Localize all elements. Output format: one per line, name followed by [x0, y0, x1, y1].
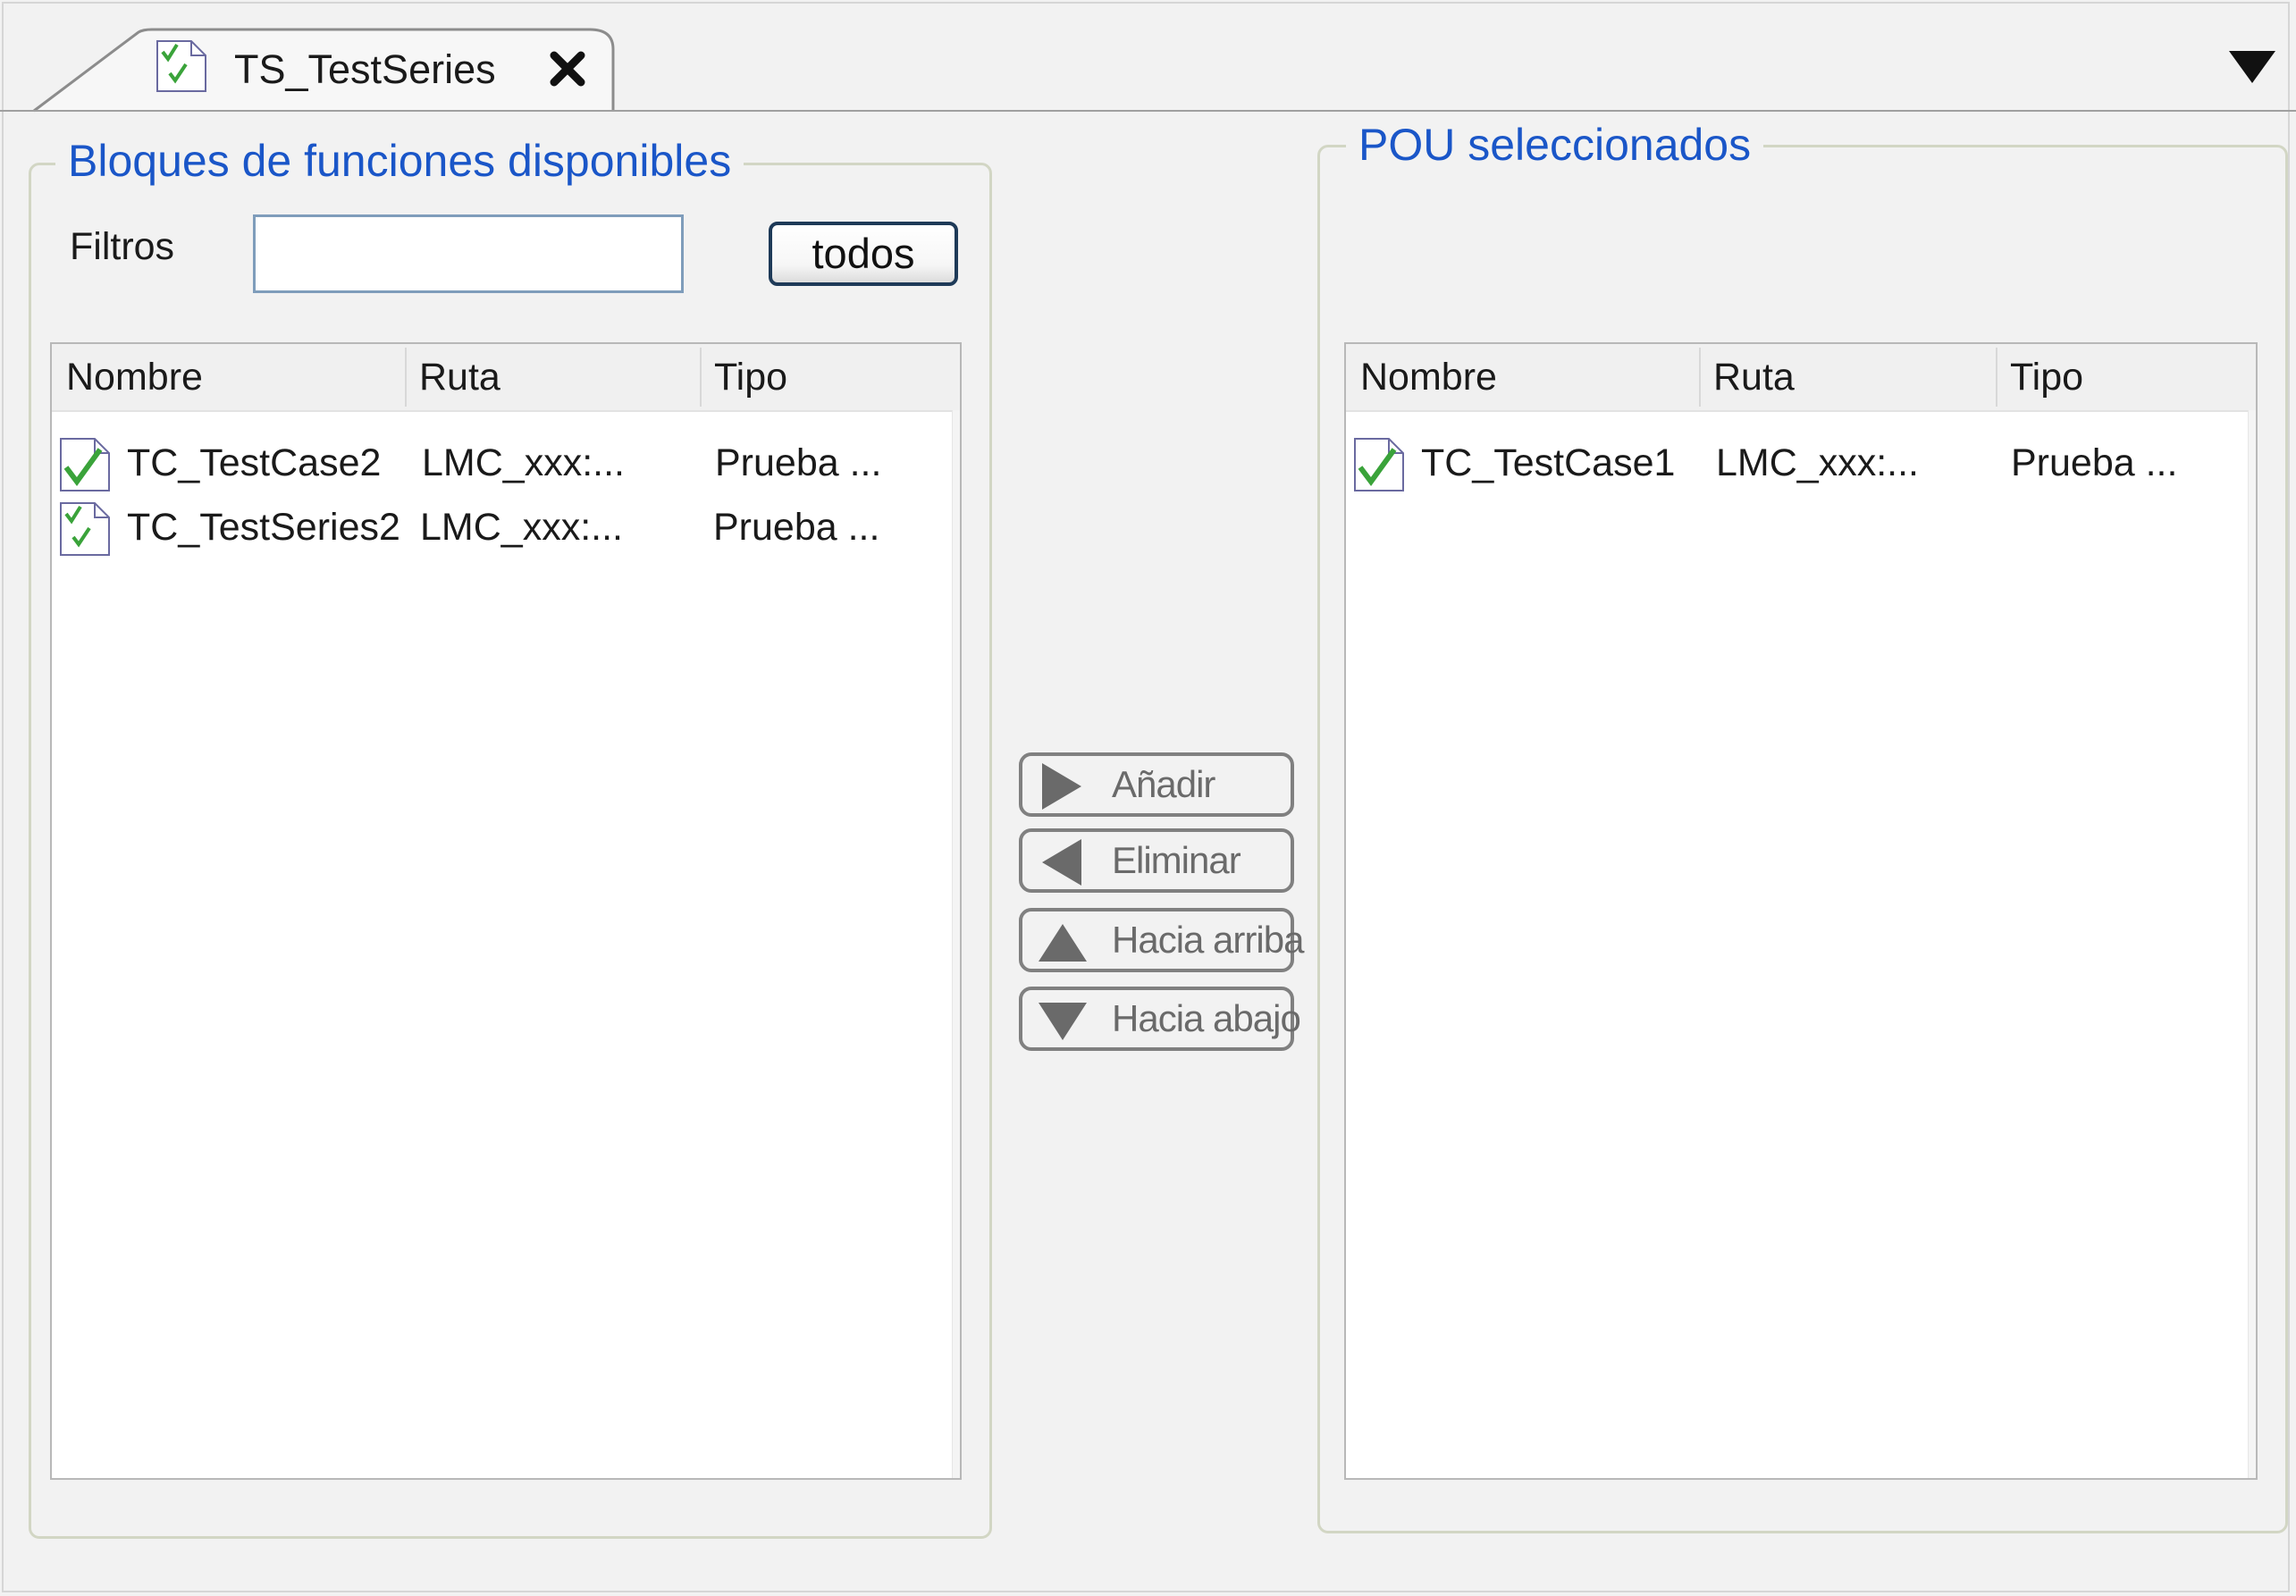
selected-pou-title: POU seleccionados: [1346, 120, 1764, 170]
move-up-button[interactable]: Hacia arriba: [1019, 908, 1304, 972]
test-series-icon: [60, 502, 110, 556]
arrow-right-icon: [1042, 763, 1081, 810]
arrow-up-icon: [1039, 924, 1087, 962]
column-header-path[interactable]: Ruta: [405, 344, 700, 410]
cell-type: Prueba ...: [715, 441, 882, 484]
arrow-down-icon: [1039, 1003, 1087, 1040]
remove-button[interactable]: Eliminar: [1019, 828, 1294, 893]
tab-strip-divider: [0, 110, 2296, 112]
move-down-button[interactable]: Hacia abajo: [1019, 987, 1301, 1051]
list-scroll-edge: [952, 410, 960, 1478]
table-row[interactable]: TC_TestCase1 LMC_xxx:... Prueba ...: [1346, 432, 2256, 494]
test-case-icon: [60, 438, 110, 491]
cell-type: Prueba ...: [713, 506, 880, 549]
column-header-name[interactable]: Nombre: [52, 344, 405, 410]
filter-label: Filtros: [70, 225, 175, 268]
remove-button-label: Eliminar: [1112, 839, 1241, 881]
list-scroll-edge: [2248, 410, 2256, 1478]
cell-path: LMC_xxx:...: [422, 441, 625, 484]
column-header-path[interactable]: Ruta: [1699, 344, 1996, 410]
column-header-name[interactable]: Nombre: [1346, 344, 1699, 410]
cell-type: Prueba ...: [2011, 441, 2178, 484]
available-list-header: Nombre Ruta Tipo: [52, 344, 960, 412]
cell-name: TC_TestCase2: [127, 441, 382, 484]
column-header-type[interactable]: Tipo: [1996, 344, 2256, 410]
test-case-icon: [1354, 438, 1404, 491]
test-series-icon: [156, 40, 206, 92]
move-down-button-label: Hacia abajo: [1112, 997, 1301, 1039]
table-row[interactable]: TC_TestCase2 LMC_xxx:... Prueba ...: [52, 432, 960, 494]
filter-input[interactable]: [253, 214, 684, 293]
available-list[interactable]: Nombre Ruta Tipo TC_TestCase2 LMC_xxx:..…: [50, 342, 962, 1480]
tab-title: TS_TestSeries: [234, 46, 496, 92]
close-icon[interactable]: [545, 46, 590, 91]
table-row[interactable]: TC_TestSeries2 LMC_xxx:... Prueba ...: [52, 496, 960, 559]
move-up-button-label: Hacia arriba: [1112, 919, 1304, 961]
tab-list-dropdown-icon[interactable]: [2227, 49, 2277, 85]
add-button-label: Añadir: [1112, 763, 1215, 805]
cell-name: TC_TestCase1: [1421, 441, 1676, 484]
column-header-type[interactable]: Tipo: [700, 344, 960, 410]
available-blocks-title: Bloques de funciones disponibles: [55, 136, 744, 186]
selected-list-header: Nombre Ruta Tipo: [1346, 344, 2256, 412]
selected-list[interactable]: Nombre Ruta Tipo TC_TestCase1 LMC_xxx:..…: [1344, 342, 2258, 1480]
all-button[interactable]: todos: [769, 222, 958, 286]
arrow-left-icon: [1042, 839, 1081, 886]
cell-path: LMC_xxx:...: [420, 506, 623, 549]
cell-path: LMC_xxx:...: [1716, 441, 1919, 484]
add-button[interactable]: Añadir: [1019, 752, 1294, 817]
cell-name: TC_TestSeries2: [127, 506, 400, 549]
